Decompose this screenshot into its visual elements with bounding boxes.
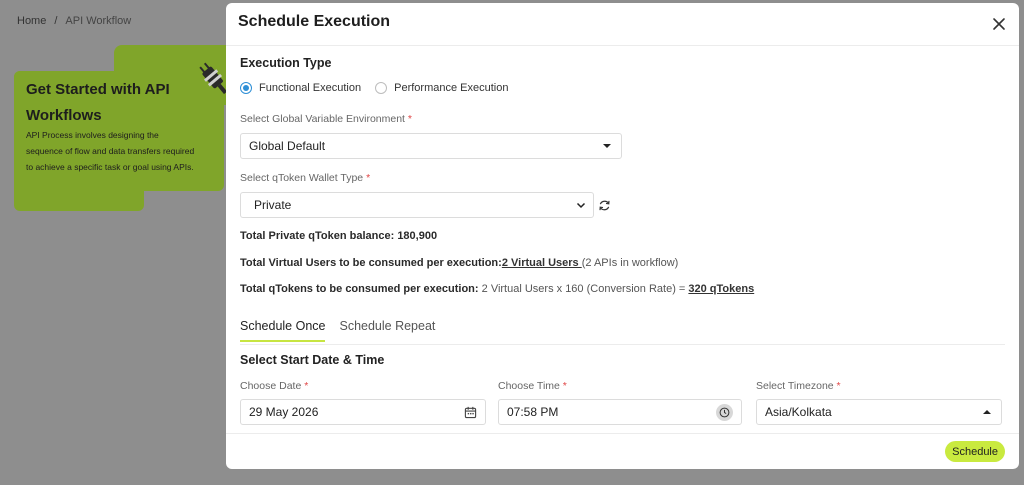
virtual-users-label: Total Virtual Users to be consumed per e…: [240, 257, 502, 269]
schedule-tabs: Schedule Once Schedule Repeat: [240, 319, 435, 342]
execution-type-radio-group: Functional Execution Performance Executi…: [240, 82, 522, 94]
wallet-type-select[interactable]: Private: [240, 192, 594, 218]
date-label-text: Choose Date: [240, 380, 302, 392]
header-divider: [226, 45, 1019, 46]
time-input[interactable]: 07:58 PM: [498, 399, 742, 425]
timezone-value: Asia/Kolkata: [765, 405, 832, 419]
timezone-select[interactable]: Asia/Kolkata: [756, 399, 1002, 425]
balance-label: Total Private qToken balance:: [240, 230, 395, 242]
execution-type-label: Execution Type: [240, 56, 332, 70]
global-env-select[interactable]: Global Default: [240, 133, 622, 159]
breadcrumb-home[interactable]: Home: [17, 15, 46, 27]
virtual-users-link[interactable]: 2 Virtual Users: [502, 257, 582, 269]
global-env-value: Global Default: [249, 139, 326, 153]
timezone-label: Select Timezone *: [756, 380, 841, 392]
card-text: API Process involves designing the seque…: [26, 130, 195, 172]
start-date-time-heading: Select Start Date & Time: [240, 353, 385, 367]
calendar-icon[interactable]: [464, 406, 477, 419]
wallet-type-label: Select qToken Wallet Type *: [240, 172, 370, 184]
global-env-label: Select Global Variable Environment *: [240, 113, 412, 125]
date-input[interactable]: 29 May 2026: [240, 399, 486, 425]
virtual-users-note: (2 APIs in workflow): [581, 257, 679, 269]
qtokens-link[interactable]: 320 qTokens: [688, 283, 754, 295]
wallet-label-text: Select qToken Wallet Type: [240, 172, 364, 184]
card-title: Get Started with API Workflows: [26, 81, 170, 124]
balance-value: 180,900: [397, 230, 438, 242]
close-icon[interactable]: [991, 16, 1007, 32]
breadcrumb-separator: /: [54, 15, 58, 27]
tabs-divider: [240, 344, 1005, 345]
caret-down-icon: [603, 144, 611, 148]
radio-unchecked-icon: [375, 82, 388, 94]
radio-checked-icon: [240, 82, 252, 94]
tab-schedule-repeat[interactable]: Schedule Repeat: [339, 319, 435, 342]
required-marker: *: [366, 172, 371, 184]
get-started-card: Get Started with API Workflows API Proce…: [14, 45, 244, 211]
date-value: 29 May 2026: [249, 405, 319, 419]
caret-up-icon: [983, 410, 991, 414]
radio-functional-execution[interactable]: Functional Execution: [240, 82, 361, 94]
qtokens-line: Total qTokens to be consumed per executi…: [240, 283, 754, 295]
global-env-label-text: Select Global Variable Environment: [240, 113, 405, 125]
schedule-execution-modal: Schedule Execution Execution Type Functi…: [226, 3, 1019, 469]
chevron-down-icon: [576, 202, 586, 209]
required-marker: *: [407, 113, 412, 125]
breadcrumb: Home / API Workflow: [17, 15, 131, 27]
qtoken-balance-line: Total Private qToken balance: 180,900: [240, 230, 437, 242]
wallet-value: Private: [254, 198, 292, 212]
footer-divider: [226, 433, 1019, 434]
timezone-label-text: Select Timezone: [756, 380, 834, 392]
clock-glyph: [719, 407, 730, 418]
modal-title: Schedule Execution: [238, 13, 391, 30]
qtokens-formula: 2 Virtual Users x 160 (Conversion Rate) …: [481, 283, 689, 295]
required-marker: *: [304, 380, 309, 392]
schedule-button[interactable]: Schedule: [945, 441, 1005, 462]
refresh-icon[interactable]: [598, 199, 611, 212]
choose-time-label: Choose Time *: [498, 380, 567, 392]
virtual-users-line: Total Virtual Users to be consumed per e…: [240, 257, 678, 269]
required-marker: *: [562, 380, 567, 392]
qtokens-label: Total qTokens to be consumed per executi…: [240, 283, 479, 295]
time-value: 07:58 PM: [507, 405, 559, 419]
radio-label: Performance Execution: [394, 82, 509, 94]
clock-icon[interactable]: [716, 404, 733, 421]
radio-label: Functional Execution: [259, 82, 362, 94]
required-marker: *: [836, 380, 841, 392]
breadcrumb-current: API Workflow: [65, 15, 132, 27]
choose-date-label: Choose Date *: [240, 380, 308, 392]
radio-performance-execution[interactable]: Performance Execution: [375, 82, 508, 94]
tab-schedule-once[interactable]: Schedule Once: [240, 319, 326, 342]
time-label-text: Choose Time: [498, 380, 560, 392]
